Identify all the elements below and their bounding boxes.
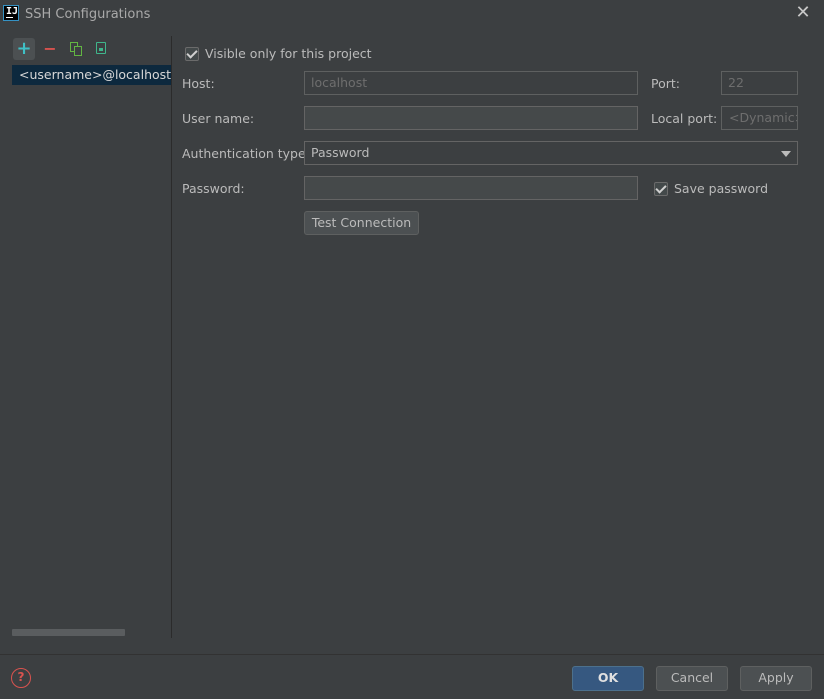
window-title: SSH Configurations xyxy=(25,7,151,22)
list-item[interactable]: <username>@localhost:22 p xyxy=(12,65,171,85)
port-label: Port: xyxy=(651,76,680,91)
save-password-label: Save password xyxy=(674,181,769,196)
chevron-down-icon xyxy=(781,151,791,157)
ok-button[interactable]: OK xyxy=(572,666,644,691)
visible-only-checkbox[interactable] xyxy=(185,47,199,61)
save-password-checkbox[interactable] xyxy=(654,182,668,196)
auth-type-label: Authentication type: xyxy=(182,146,310,161)
footer-divider xyxy=(0,654,824,655)
visible-only-label: Visible only for this project xyxy=(205,46,372,61)
host-field[interactable]: localhost xyxy=(304,71,638,95)
test-connection-button[interactable]: Test Connection xyxy=(304,211,419,235)
user-name-field[interactable] xyxy=(304,106,638,130)
password-field[interactable] xyxy=(304,176,638,200)
help-icon[interactable]: ? xyxy=(11,668,31,688)
horizontal-scrollbar[interactable] xyxy=(12,629,125,636)
local-port-field[interactable]: <Dynamic> xyxy=(721,106,798,130)
port-field[interactable]: 22 xyxy=(721,71,798,95)
host-label: Host: xyxy=(182,76,215,91)
password-label: Password: xyxy=(182,181,245,196)
auth-type-value: Password xyxy=(311,145,370,160)
copy-icon[interactable] xyxy=(65,38,87,60)
plus-icon[interactable]: + xyxy=(13,38,35,60)
splitter[interactable] xyxy=(171,36,172,638)
apply-button[interactable]: Apply xyxy=(740,666,812,691)
save-icon[interactable] xyxy=(91,38,113,60)
auth-type-dropdown[interactable]: Password xyxy=(304,141,798,165)
cancel-button[interactable]: Cancel xyxy=(656,666,728,691)
minus-icon[interactable]: − xyxy=(39,38,61,60)
intellij-icon: IJ xyxy=(3,5,19,21)
close-icon[interactable]: ✕ xyxy=(795,4,811,22)
config-list-panel xyxy=(0,28,171,638)
user-name-label: User name: xyxy=(182,111,255,126)
local-port-label: Local port: xyxy=(651,111,718,126)
